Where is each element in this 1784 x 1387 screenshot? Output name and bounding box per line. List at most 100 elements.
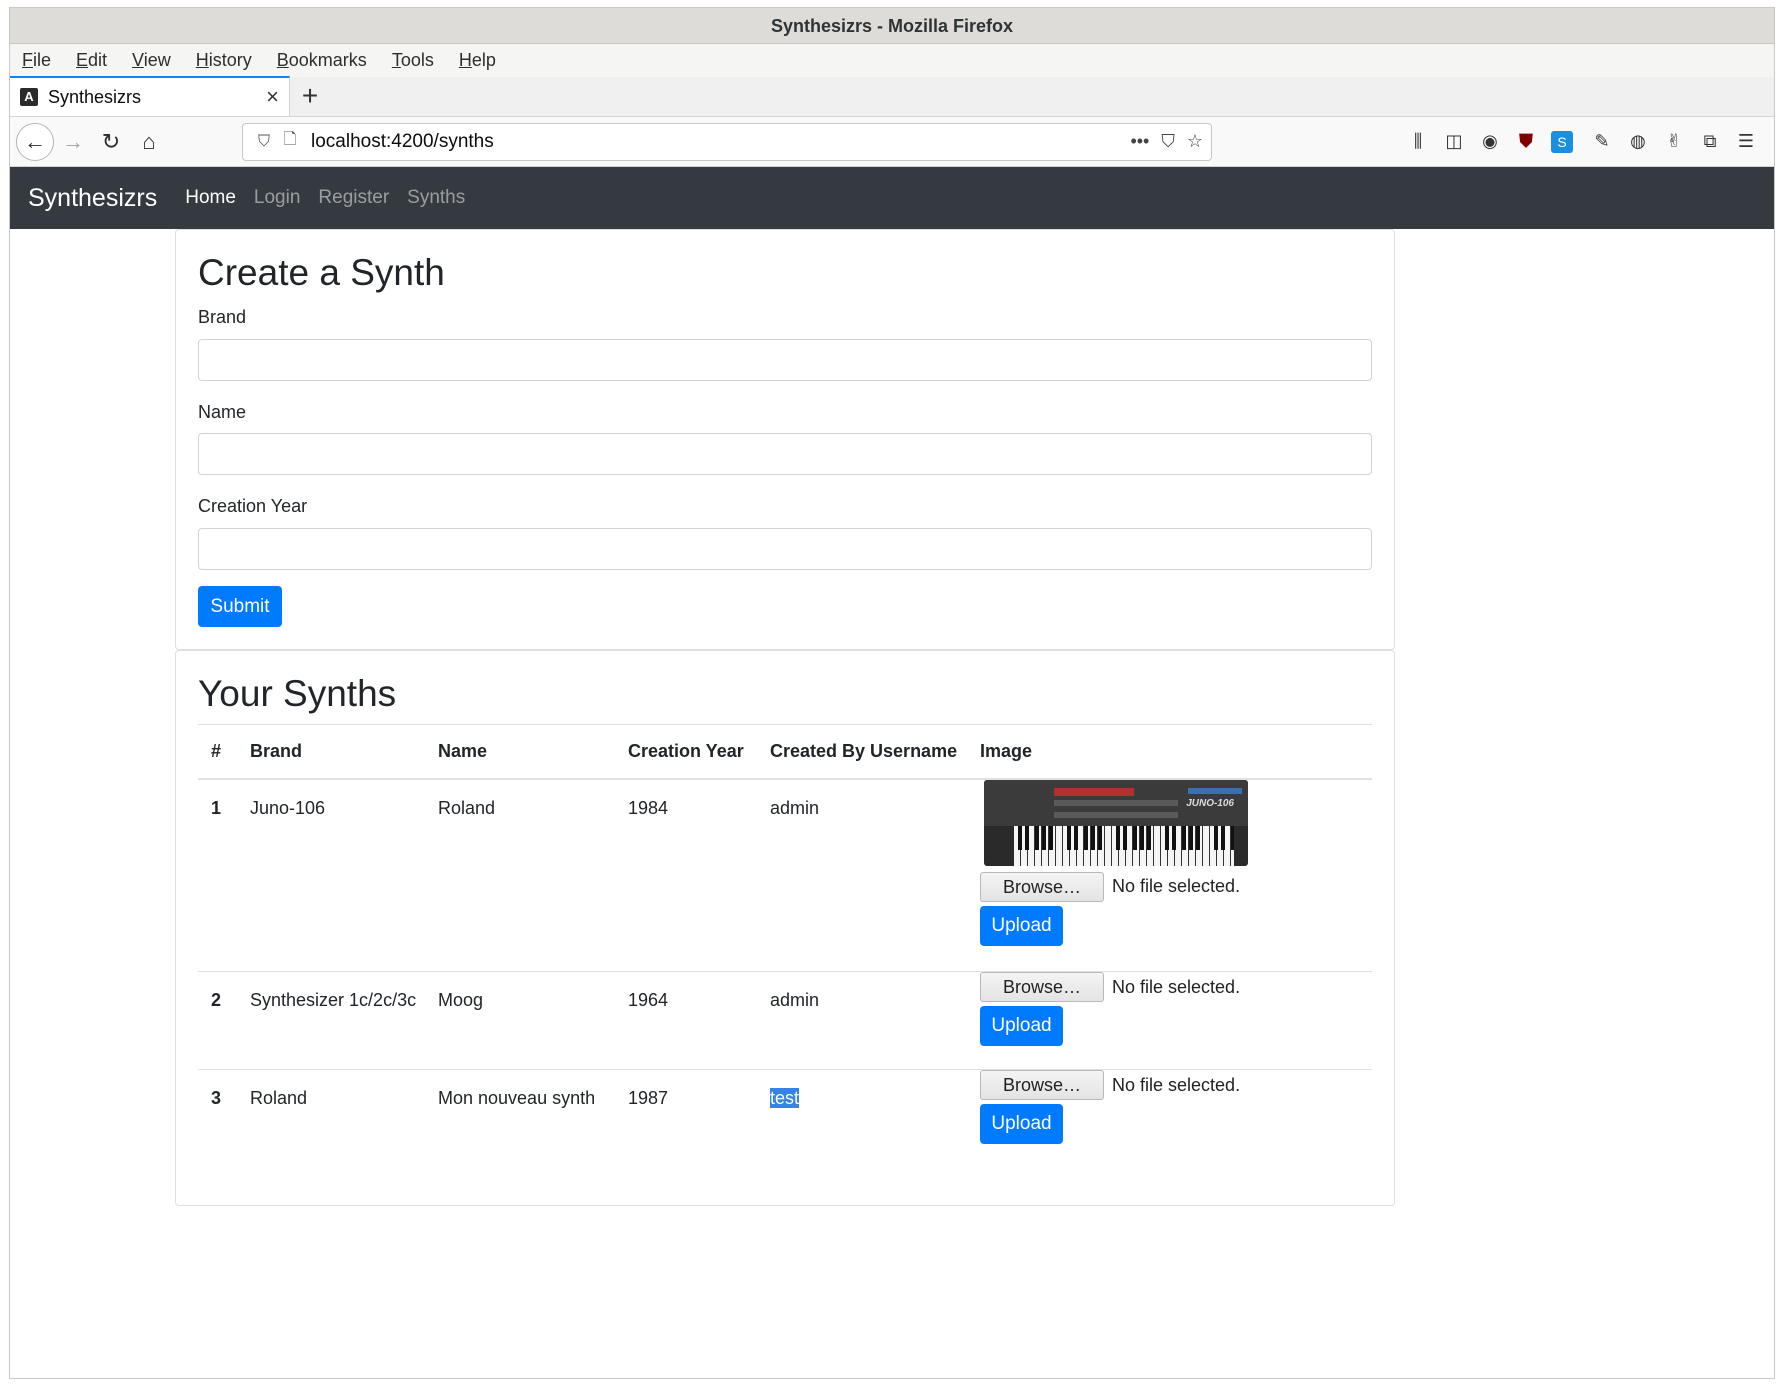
row-index: 2: [198, 971, 234, 1070]
row-name: Mon nouveau synth: [438, 1069, 628, 1168]
browser-toolbar: ← → ↻ ⌂ ⛉ 🗋 localhost:4200/synths ••• ⛉ …: [10, 117, 1774, 167]
browse-button[interactable]: Browse…: [980, 1070, 1104, 1100]
forward-icon[interactable]: →: [54, 123, 92, 161]
close-tab-icon[interactable]: ×: [266, 84, 279, 110]
pocket-icon[interactable]: ⛉: [1161, 131, 1175, 152]
row-image-cell: Browse… No file selected. Upload: [980, 971, 1372, 1070]
menu-view[interactable]: View: [132, 50, 171, 71]
your-synths-card: Your Synths # Brand Name Creation Year C…: [175, 650, 1395, 1206]
synths-table: # Brand Name Creation Year Created By Us…: [198, 724, 1372, 1168]
row-username: admin: [770, 971, 980, 1070]
row-brand: Juno-106: [234, 778, 438, 972]
file-input: Browse… No file selected.: [980, 972, 1372, 1002]
col-creation-year: Creation Year: [628, 724, 770, 780]
synth-red-controls: [1054, 787, 1134, 796]
navbar-brand[interactable]: Synthesizrs: [28, 184, 157, 213]
account-icon[interactable]: ◉: [1474, 126, 1506, 158]
hamburger-menu-icon[interactable]: ☰: [1730, 126, 1762, 158]
submit-button[interactable]: Submit: [198, 586, 282, 627]
menu-help[interactable]: Help: [459, 50, 496, 71]
table-row: 3 Roland Mon nouveau synth 1987 test Bro…: [198, 1069, 1372, 1168]
row-year: 1984: [628, 778, 770, 972]
tracking-shield-icon[interactable]: ⛉: [251, 133, 277, 151]
menu-edit[interactable]: Edit: [76, 50, 107, 71]
window-title: Synthesizrs - Mozilla Firefox: [10, 8, 1774, 44]
row-brand: Synthesizer 1c/2c/3c: [234, 971, 438, 1070]
row-index: 1: [198, 778, 234, 972]
upload-button[interactable]: Upload: [980, 905, 1063, 946]
upload-button[interactable]: Upload: [980, 1104, 1063, 1144]
toolbar-extensions: ⫼ ◫ ◉ ⛊ S ✎ ◍ ✌ ⧉ ☰: [1398, 126, 1768, 158]
skype-icon[interactable]: S: [1551, 130, 1573, 153]
synth-blue-strip: [1188, 787, 1242, 794]
your-synths-heading: Your Synths: [198, 673, 397, 714]
back-icon[interactable]: ←: [16, 122, 54, 161]
col-index: #: [198, 724, 234, 780]
file-status: No file selected.: [1112, 876, 1241, 896]
ublock-icon[interactable]: ⛊: [1510, 126, 1542, 158]
extensions-icon[interactable]: ⧉: [1694, 126, 1726, 158]
tab-title: Synthesizrs: [48, 86, 142, 107]
synth-slider-row: [1054, 799, 1178, 806]
url-text[interactable]: localhost:4200/synths: [311, 131, 1118, 153]
extension-pen-icon[interactable]: ✎: [1586, 126, 1618, 158]
table-header-row: # Brand Name Creation Year Created By Us…: [198, 724, 1372, 780]
row-image-cell: JUNO-106 Browse… No file selected. Uploa…: [980, 778, 1372, 972]
file-status: No file selected.: [1112, 976, 1241, 997]
nav-synths[interactable]: Synths: [407, 187, 465, 209]
row-username: admin: [770, 778, 980, 972]
file-input: Browse… No file selected.: [980, 871, 1372, 902]
sidebar-icon[interactable]: ◫: [1438, 126, 1470, 158]
url-bar[interactable]: ⛉ 🗋 localhost:4200/synths ••• ⛉ ☆: [242, 122, 1212, 161]
brand-input[interactable]: [198, 339, 1372, 381]
page-info-icon[interactable]: 🗋: [277, 128, 303, 155]
angular-favicon-icon: A: [20, 88, 38, 106]
library-icon[interactable]: ⫼: [1402, 126, 1434, 158]
extension-globe-icon[interactable]: ◍: [1622, 126, 1654, 158]
create-synth-card: Create a Synth Brand Name Creation Year …: [175, 229, 1395, 650]
col-created-by: Created By Username: [770, 724, 980, 780]
row-image-cell: Browse… No file selected. Upload: [980, 1069, 1372, 1168]
app-navbar: Synthesizrs Home Login Register Synths: [10, 167, 1774, 229]
browse-button[interactable]: Browse…: [980, 871, 1104, 902]
menu-tools[interactable]: Tools: [392, 50, 434, 71]
col-image: Image: [980, 724, 1372, 780]
row-name: Roland: [438, 778, 628, 972]
browse-button[interactable]: Browse…: [980, 972, 1104, 1002]
col-brand: Brand: [234, 724, 438, 780]
row-username-cell: test: [770, 1069, 980, 1168]
new-tab-button[interactable]: +: [290, 76, 330, 116]
creation-year-label: Creation Year: [198, 496, 308, 516]
table-row: 2 Synthesizer 1c/2c/3c Moog 1964 admin B…: [198, 971, 1372, 1070]
nav-register[interactable]: Register: [318, 187, 389, 209]
extension-gnome-icon[interactable]: ✌: [1658, 126, 1690, 158]
row-username: test: [770, 1088, 800, 1108]
row-year: 1964: [628, 971, 770, 1070]
synth-image: JUNO-106: [984, 779, 1248, 866]
row-index: 3: [198, 1069, 234, 1168]
menu-history[interactable]: History: [196, 50, 252, 71]
synth-logo-text: JUNO-106: [1186, 797, 1234, 809]
bookmark-star-icon[interactable]: ☆: [1187, 131, 1203, 152]
file-status: No file selected.: [1112, 1074, 1241, 1095]
nav-home[interactable]: Home: [185, 187, 236, 209]
creation-year-input[interactable]: [198, 528, 1372, 570]
reload-icon[interactable]: ↻: [92, 123, 130, 161]
menu-file[interactable]: File: [22, 50, 51, 71]
col-name: Name: [438, 724, 628, 780]
browser-window: Synthesizrs - Mozilla Firefox File Edit …: [9, 7, 1775, 1379]
name-input[interactable]: [198, 433, 1372, 475]
tab-synthesizrs[interactable]: A Synthesizrs ×: [10, 76, 290, 116]
name-label: Name: [198, 402, 247, 422]
row-brand: Roland: [234, 1069, 438, 1168]
menu-bar: File Edit View History Bookmarks Tools H…: [10, 44, 1774, 77]
menu-bookmarks[interactable]: Bookmarks: [277, 50, 367, 71]
row-name: Moog: [438, 971, 628, 1070]
page-actions-icon[interactable]: •••: [1130, 131, 1149, 152]
brand-label: Brand: [198, 307, 247, 327]
create-synth-heading: Create a Synth: [198, 252, 445, 293]
nav-login[interactable]: Login: [254, 187, 301, 209]
row-year: 1987: [628, 1069, 770, 1168]
upload-button[interactable]: Upload: [980, 1006, 1063, 1046]
home-icon[interactable]: ⌂: [130, 123, 168, 161]
